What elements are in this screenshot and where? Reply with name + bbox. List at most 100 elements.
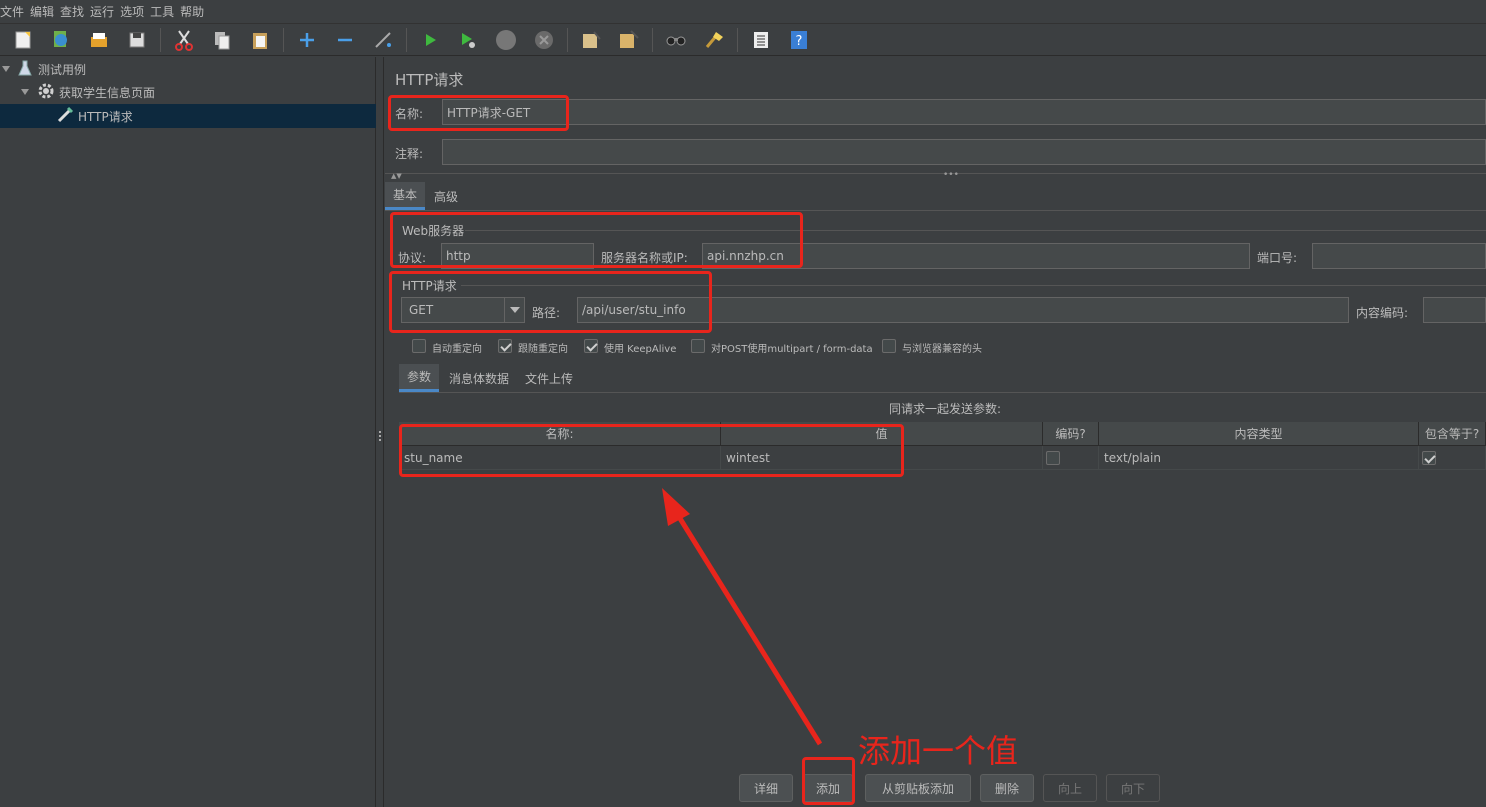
tab-underline	[385, 210, 1486, 211]
http-request-panel: HTTP请求 名称: HTTP请求-GET 注释: ▲▼ ••• 基本 高级 W…	[385, 57, 1486, 807]
function-helper-icon[interactable]	[748, 27, 774, 53]
section-divider[interactable]: ▲▼ •••	[385, 170, 1486, 180]
encoding-field[interactable]	[1423, 297, 1486, 323]
protocol-label: 协议:	[398, 251, 427, 265]
test-plan-tree: 测试用例 获取学生信息页面 HTTP请求	[0, 57, 376, 807]
add-from-clipboard-button[interactable]: 从剪贴板添加	[865, 774, 971, 802]
start-no-pause-icon[interactable]	[455, 27, 481, 53]
move-up-button[interactable]: 向上	[1043, 774, 1097, 802]
menu-bar: 文件 编辑 查找 运行 选项 工具 帮助	[0, 0, 1486, 24]
save-icon[interactable]	[124, 27, 150, 53]
toggle-icon[interactable]	[370, 27, 396, 53]
group-border	[465, 230, 1486, 231]
cut-icon[interactable]	[171, 27, 197, 53]
menu-tools[interactable]: 工具	[150, 3, 180, 20]
name-field[interactable]: HTTP请求-GET	[442, 99, 1486, 125]
gear-icon	[37, 82, 55, 103]
browser-headers-label: 与浏览器兼容的头	[902, 344, 982, 355]
table-row[interactable]: stu_name wintest text/plain	[399, 446, 1486, 470]
cell-content-type[interactable]: text/plain	[1099, 446, 1419, 470]
include-equals-checkbox[interactable]	[1422, 451, 1436, 465]
column-header-encode[interactable]: 编码?	[1043, 422, 1099, 446]
follow-redirect-checkbox[interactable]	[498, 339, 512, 353]
auto-redirect-checkbox[interactable]	[412, 339, 426, 353]
tab-basic[interactable]: 基本	[385, 182, 426, 210]
tab-parameters[interactable]: 参数	[399, 364, 440, 392]
menu-file[interactable]: 文件	[0, 3, 30, 20]
server-label: 服务器名称或IP:	[601, 251, 688, 265]
tree-item-test-plan[interactable]: 测试用例	[0, 57, 376, 81]
multipart-checkbox[interactable]	[691, 339, 705, 353]
column-header-include-equals[interactable]: 包含等于?	[1419, 422, 1486, 446]
name-label: 名称:	[395, 107, 424, 121]
delete-button[interactable]: 删除	[980, 774, 1034, 802]
detail-button[interactable]: 详细	[739, 774, 793, 802]
tree-item-label: 测试用例	[38, 62, 87, 77]
http-request-group-title: HTTP请求	[402, 279, 457, 293]
open-icon[interactable]	[86, 27, 112, 53]
comment-label: 注释:	[395, 147, 424, 161]
menu-search[interactable]: 查找	[60, 3, 90, 20]
collapse-icon[interactable]	[332, 27, 358, 53]
help-icon[interactable]: ?	[786, 27, 812, 53]
port-field[interactable]	[1312, 243, 1486, 269]
tree-item-http-request[interactable]: HTTP请求	[0, 104, 376, 128]
cell-include-equals[interactable]	[1419, 446, 1486, 470]
cell-encode[interactable]	[1043, 446, 1099, 470]
add-button[interactable]: 添加	[803, 774, 853, 802]
tab-body-data[interactable]: 消息体数据	[441, 364, 517, 392]
browser-headers-checkbox[interactable]	[882, 339, 896, 353]
flask-icon	[18, 60, 32, 79]
chevron-down-icon[interactable]	[21, 89, 29, 95]
protocol-field[interactable]: http	[441, 243, 594, 269]
cell-value[interactable]: wintest	[721, 446, 1043, 470]
tree-item-label: 获取学生信息页面	[59, 85, 156, 100]
column-header-content-type[interactable]: 内容类型	[1099, 422, 1419, 446]
keepalive-checkbox[interactable]	[584, 339, 598, 353]
tab-file-upload[interactable]: 文件上传	[517, 364, 581, 392]
server-field[interactable]: api.nnzhp.cn	[702, 243, 1250, 269]
chevron-down-icon[interactable]	[2, 66, 10, 72]
column-header-value[interactable]: 值	[721, 422, 1043, 446]
menu-options[interactable]: 选项	[120, 3, 150, 20]
svg-text:?: ?	[796, 34, 803, 49]
encode-checkbox[interactable]	[1046, 451, 1060, 465]
new-icon[interactable]	[10, 27, 36, 53]
grip-dot	[379, 431, 381, 433]
paste-icon[interactable]	[247, 27, 273, 53]
shutdown-icon[interactable]	[531, 27, 557, 53]
toolbar: ?	[0, 24, 1486, 56]
menu-help[interactable]: 帮助	[180, 3, 210, 20]
templates-icon[interactable]	[48, 27, 74, 53]
clear-all-icon[interactable]	[616, 27, 642, 53]
comment-field[interactable]	[442, 139, 1486, 165]
pipette-icon	[56, 106, 74, 127]
multipart-label: 对POST使用multipart / form-data	[711, 344, 873, 355]
stop-icon[interactable]	[493, 27, 519, 53]
path-label: 路径:	[532, 306, 561, 320]
method-select[interactable]: GET	[401, 297, 525, 323]
clear-icon[interactable]	[578, 27, 604, 53]
method-value: GET	[409, 303, 434, 317]
reset-search-icon[interactable]	[701, 27, 727, 53]
chevron-down-icon[interactable]	[504, 298, 524, 322]
toolbar-separator	[406, 27, 407, 52]
panel-splitter[interactable]	[376, 57, 384, 807]
grip-dot	[379, 435, 381, 437]
start-icon[interactable]	[417, 27, 443, 53]
expand-icon[interactable]	[294, 27, 320, 53]
grip-dot	[379, 439, 381, 441]
cell-name[interactable]: stu_name	[399, 446, 721, 470]
search-icon[interactable]	[663, 27, 689, 53]
params-caption: 同请求一起发送参数:	[889, 402, 1002, 416]
move-down-button[interactable]: 向下	[1106, 774, 1160, 802]
web-server-group-title: Web服务器	[402, 224, 465, 238]
keepalive-label: 使用 KeepAlive	[604, 344, 677, 355]
tab-advanced[interactable]: 高级	[426, 182, 466, 210]
menu-run[interactable]: 运行	[90, 3, 120, 20]
path-field[interactable]: /api/user/stu_info	[577, 297, 1349, 323]
copy-icon[interactable]	[209, 27, 235, 53]
tree-item-thread-group[interactable]: 获取学生信息页面	[0, 80, 376, 104]
menu-edit[interactable]: 编辑	[30, 3, 60, 20]
column-header-name[interactable]: 名称:	[399, 422, 721, 446]
